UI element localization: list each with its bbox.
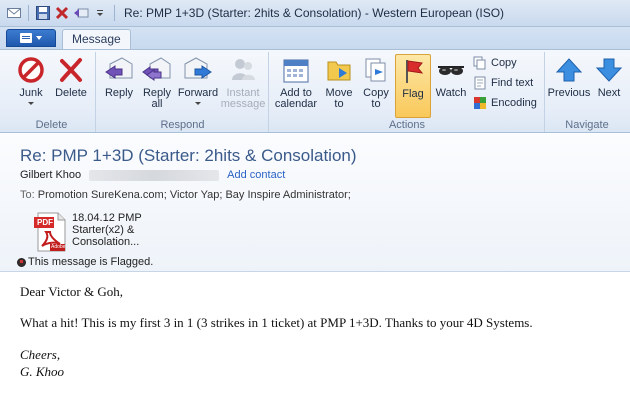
copy-button[interactable]: Copy (473, 56, 517, 70)
delete-button[interactable]: Delete (52, 54, 90, 99)
sender-row: Gilbert Khoo Add contact (20, 169, 285, 181)
save-icon[interactable] (35, 5, 51, 21)
chevron-down-icon (36, 36, 42, 40)
sender-name[interactable]: Gilbert Khoo (20, 169, 81, 181)
encoding-icon (473, 96, 487, 110)
group-label-respond: Respond (160, 119, 205, 131)
back-icon[interactable] (73, 5, 89, 21)
reply-button[interactable]: Reply (101, 54, 137, 99)
instant-message-button[interactable]: Instant message (221, 54, 265, 110)
copy-to-button[interactable]: Copy to (358, 54, 394, 110)
add-to-calendar-button[interactable]: Add to calendar (273, 54, 319, 110)
flag-button[interactable]: Flag (395, 54, 431, 118)
message-header: Re: PMP 1+3D (Starter: 2hits & Consolati… (0, 134, 630, 272)
body-signature: Cheers, G. Khoo (20, 347, 65, 379)
tab-row: Message (0, 27, 630, 49)
title-bar: Re: PMP 1+3D (Starter: 2hits & Consolati… (0, 0, 630, 27)
reply-all-icon (141, 54, 173, 86)
reply-icon (103, 54, 135, 86)
chevron-down-icon (28, 102, 34, 105)
navigate-group: Previous Next Navigate (546, 52, 628, 132)
find-text-icon (473, 76, 487, 90)
actions-group: Add to calendar Move to Copy to Flag Wat… (270, 52, 545, 132)
sender-email-redacted (89, 169, 220, 181)
ribbon: Junk Delete Delete Reply Reply all Forwa… (0, 49, 630, 133)
arrow-down-icon (593, 54, 625, 86)
to-row: To: Promotion SureKena.com; Victor Yap; … (20, 189, 351, 201)
find-text-button[interactable]: Find text (473, 76, 533, 90)
chevron-down-icon (195, 102, 201, 105)
add-contact-link[interactable]: Add contact (227, 169, 285, 181)
flag-icon (397, 55, 429, 87)
flag-status-bar: This message is Flagged. (17, 256, 153, 268)
to-label: To: (20, 189, 35, 201)
attachment-name[interactable]: 18.04.12 PMP Starter(x2) & Consolation..… (72, 212, 142, 252)
pdf-icon: PDF Adobe (34, 212, 66, 252)
group-label-actions: Actions (388, 119, 426, 131)
delete-x-icon (55, 54, 87, 86)
message-subject: Re: PMP 1+3D (Starter: 2hits & Consolati… (20, 146, 357, 165)
window-title: Re: PMP 1+3D (Starter: 2hits & Consolati… (124, 6, 505, 20)
folder-move-icon (323, 54, 355, 86)
instant-message-icon (227, 54, 259, 86)
calendar-icon (280, 54, 312, 86)
body-greeting: Dear Victor & Goh, (20, 284, 123, 299)
forward-icon (182, 54, 214, 86)
document-icon (20, 33, 32, 43)
copy-to-icon (360, 54, 392, 86)
delete-group: Junk Delete Delete (8, 52, 96, 132)
attachment[interactable]: PDF Adobe 18.04.12 PMP Starter(x2) & Con… (34, 212, 142, 252)
previous-button[interactable]: Previous (548, 54, 590, 99)
group-label-delete: Delete (35, 119, 68, 131)
chevron-down-icon[interactable] (92, 5, 108, 21)
body-paragraph: What a hit! This is my first 3 in 1 (3 s… (20, 315, 533, 330)
junk-button[interactable]: Junk (12, 54, 50, 105)
next-button[interactable]: Next (592, 54, 626, 99)
respond-group: Reply Reply all Forward Instant message … (97, 52, 269, 132)
flag-status-text: This message is Flagged. (28, 256, 154, 268)
recipients[interactable]: Promotion SureKena.com; Victor Yap; Bay … (38, 189, 351, 201)
quick-access-toolbar (0, 5, 118, 21)
group-label-navigate: Navigate (565, 119, 609, 131)
file-menu-button[interactable] (6, 29, 56, 47)
tab-message[interactable]: Message (62, 29, 131, 49)
junk-icon (15, 54, 47, 86)
delete-icon[interactable] (54, 5, 70, 21)
forward-button[interactable]: Forward (177, 54, 219, 105)
reply-all-button[interactable]: Reply all (139, 54, 175, 110)
arrow-up-icon (553, 54, 585, 86)
message-body: Dear Victor & Goh, What a hit! This is m… (20, 284, 620, 380)
flag-status-icon (17, 257, 26, 267)
watch-button[interactable]: Watch (433, 54, 469, 99)
glasses-icon (435, 54, 467, 86)
encoding-button[interactable]: Encoding (473, 96, 537, 110)
move-to-button[interactable]: Move to (321, 54, 357, 110)
envelope-icon (6, 5, 22, 21)
copy-icon (473, 56, 487, 70)
